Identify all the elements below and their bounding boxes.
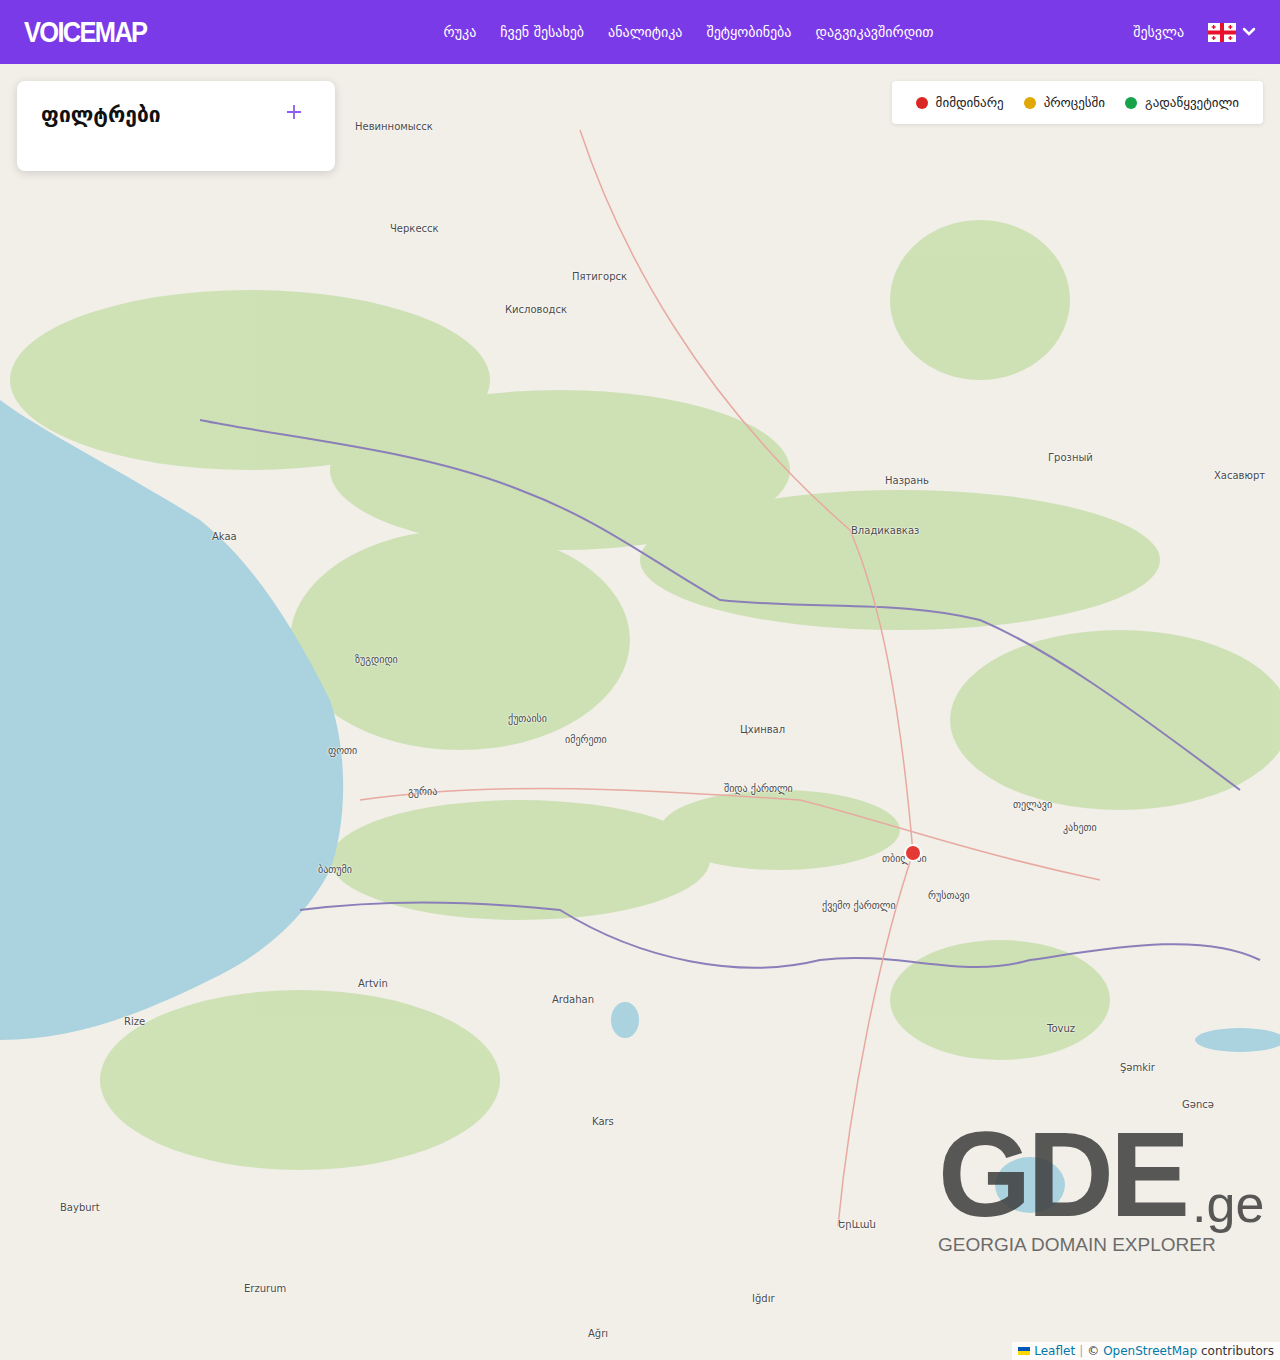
filters-panel: ფილტრები — [17, 81, 335, 171]
place-label: ქვემო ქართლი — [822, 900, 896, 911]
place-label: Tovuz — [1047, 1023, 1075, 1034]
place-label: რუსთავი — [928, 890, 970, 901]
filters-title: ფილტრები — [41, 103, 161, 127]
nav-item[interactable]: დაგვიკავშირდით — [815, 24, 933, 40]
legend-item: გადაწყვეტილი — [1125, 95, 1239, 110]
map[interactable]: Невинномысск Черкесск Пятигорск Кисловодск Г… — [0, 64, 1280, 1360]
place-label: Kars — [592, 1116, 614, 1127]
place-label: ბათუმი — [318, 864, 352, 875]
place-label: შიდა ქართლი — [724, 783, 793, 794]
place-label: Bayburt — [60, 1202, 100, 1213]
place-label: Akaa — [212, 531, 237, 542]
nav-item[interactable]: რუკა — [444, 24, 477, 40]
place-label: ფოთი — [328, 745, 357, 756]
place-label: Rize — [124, 1016, 145, 1027]
place-label: Хасавюрт — [1214, 470, 1265, 481]
georgia-flag-icon — [1208, 23, 1236, 42]
place-label: Черкесск — [390, 223, 439, 234]
place-label: იმერეთი — [565, 734, 607, 745]
page: VOICEMAP რუკა ჩვენ შესახებ ანალიტიკა შეტყობ… — [0, 0, 1280, 1360]
logo[interactable]: VOICEMAP — [24, 15, 177, 49]
place-label: Назрань — [885, 475, 929, 486]
top-bar: VOICEMAP რუკა ჩვენ შესახებ ანალიტიკა შეტყობ… — [0, 0, 1280, 64]
place-label: Şəmkir — [1120, 1062, 1155, 1073]
nav-item[interactable]: ანალიტიკა — [608, 24, 682, 40]
nav-item[interactable]: ჩვენ შესახებ — [500, 24, 584, 40]
place-label: Gəncə — [1182, 1099, 1214, 1110]
login-link[interactable]: შესვლა — [1133, 24, 1184, 40]
osm-link[interactable]: OpenStreetMap — [1103, 1344, 1197, 1358]
chevron-down-icon — [1242, 27, 1256, 37]
leaflet-link[interactable]: Leaflet — [1034, 1344, 1075, 1358]
place-label: Цхинвал — [740, 724, 785, 735]
place-label: Невинномысск — [355, 121, 433, 132]
place-label: Ağrı — [588, 1328, 608, 1339]
place-label: Кисловодск — [505, 304, 567, 315]
main-nav: რუკა ჩვენ შესახებ ანალიტიკა შეტყობინება დაგვ… — [204, 24, 1133, 40]
place-label: ქუთაისი — [508, 713, 547, 724]
place-label: თელავი — [1013, 799, 1052, 810]
place-label: კახეთი — [1063, 822, 1097, 833]
attribution: Leaflet | © OpenStreetMap contributors — [1012, 1342, 1280, 1360]
plus-icon[interactable] — [285, 103, 303, 121]
place-label: Пятигорск — [572, 271, 627, 282]
place-label: ზუგდიდი — [355, 654, 398, 665]
status-dot — [1125, 97, 1137, 109]
place-label: Iğdır — [752, 1293, 775, 1304]
place-label: Erzurum — [244, 1283, 286, 1294]
watermark: GDE.ge GEORGIA DOMAIN EXPLORER — [938, 1114, 1264, 1256]
status-dot — [916, 97, 928, 109]
place-label: გურია — [408, 786, 437, 797]
status-dot — [1024, 97, 1036, 109]
place-label: Երևան — [838, 1219, 876, 1230]
place-label: Грозный — [1048, 452, 1093, 463]
language-switcher[interactable] — [1208, 23, 1256, 42]
nav-item[interactable]: შეტყობინება — [706, 24, 791, 40]
header-actions: შესვლა — [1133, 23, 1256, 42]
map-pin[interactable] — [904, 844, 922, 862]
place-label: Владикавказ — [851, 525, 919, 536]
legend-item: პროცესში — [1024, 95, 1105, 110]
status-legend: მიმდინარე პროცესში გადაწყვეტილი — [892, 81, 1263, 124]
ukraine-flag-icon — [1018, 1347, 1030, 1355]
place-label: Ardahan — [552, 994, 594, 1005]
legend-item: მიმდინარე — [916, 95, 1004, 110]
place-label: Artvin — [358, 978, 388, 989]
